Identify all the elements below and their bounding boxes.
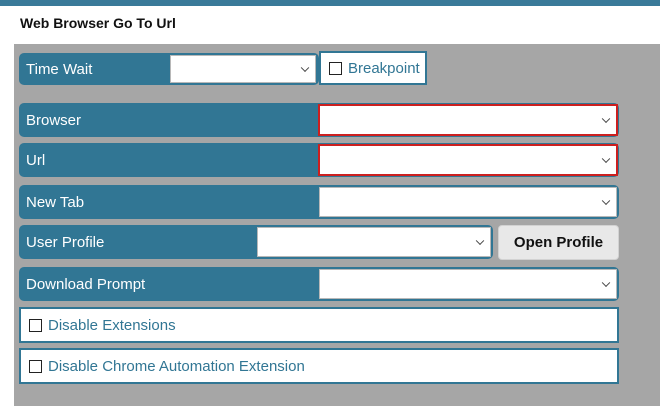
top-accent-bar	[0, 0, 660, 6]
url-select[interactable]	[318, 144, 618, 176]
download-prompt-row: Download Prompt	[19, 267, 619, 301]
disable-extensions-label: Disable Extensions	[48, 316, 176, 334]
user-profile-select[interactable]	[257, 227, 491, 257]
download-prompt-select[interactable]	[319, 269, 617, 299]
chevron-down-icon	[300, 63, 310, 73]
browser-label: Browser	[26, 111, 82, 129]
url-row: Url	[19, 143, 619, 177]
chevron-down-icon	[601, 196, 611, 206]
time-wait-row: Time Wait	[19, 53, 319, 85]
time-wait-label: Time Wait	[26, 60, 93, 78]
disable-chrome-automation-label: Disable Chrome Automation Extension	[48, 357, 305, 375]
window-title: Web Browser Go To Url	[20, 15, 176, 31]
chevron-down-icon	[601, 114, 611, 124]
checkbox-icon[interactable]	[29, 318, 42, 332]
chevron-down-icon	[601, 278, 611, 288]
browser-row: Browser	[19, 103, 619, 137]
checkbox-icon[interactable]	[329, 61, 342, 75]
new-tab-label: New Tab	[26, 193, 85, 211]
disable-chrome-automation-checkbox[interactable]: Disable Chrome Automation Extension	[19, 348, 619, 384]
open-profile-button[interactable]: Open Profile	[498, 225, 619, 260]
checkbox-icon[interactable]	[29, 359, 42, 373]
chevron-down-icon	[475, 236, 485, 246]
breakpoint-label: Breakpoint	[348, 59, 420, 77]
url-label: Url	[26, 151, 46, 169]
new-tab-row: New Tab	[19, 185, 619, 219]
disable-extensions-checkbox[interactable]: Disable Extensions	[19, 307, 619, 343]
user-profile-row: User Profile	[19, 225, 493, 259]
time-wait-select[interactable]	[170, 55, 316, 83]
breakpoint-checkbox[interactable]: Breakpoint	[319, 51, 427, 85]
form-panel: Time Wait Breakpoint Browser Url New Tab	[14, 44, 660, 406]
new-tab-select[interactable]	[319, 187, 617, 217]
user-profile-label: User Profile	[26, 233, 105, 251]
chevron-down-icon	[601, 154, 611, 164]
download-prompt-label: Download Prompt	[26, 275, 146, 293]
browser-select[interactable]	[318, 104, 618, 136]
